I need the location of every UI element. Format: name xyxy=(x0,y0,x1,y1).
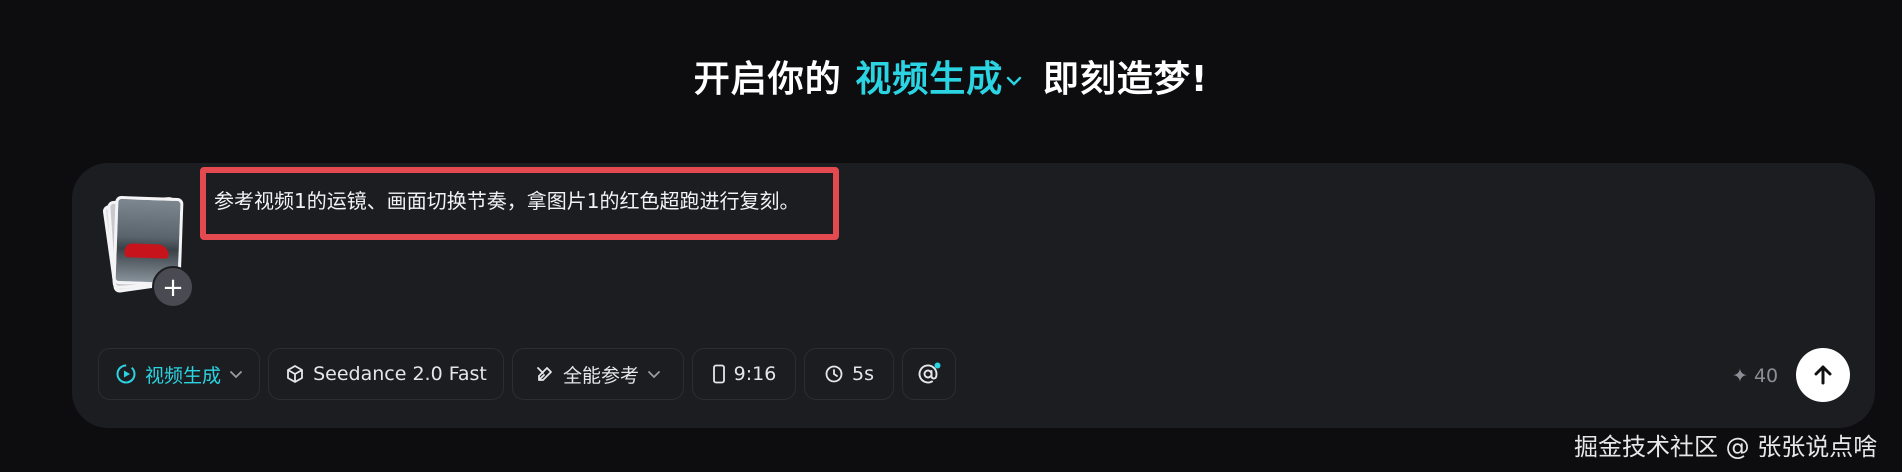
cube-icon xyxy=(287,365,303,383)
prompt-highlight[interactable]: 参考视频1的运镜、画面切换节奏，拿图片1的红色超跑进行复刻。 xyxy=(200,167,839,240)
headline-mode-dropdown[interactable]: 视频生成 xyxy=(855,59,1043,100)
mention-button[interactable] xyxy=(902,348,956,400)
reference-select-label: 全能参考 xyxy=(562,364,639,387)
sparkle-icon: ✦ xyxy=(1732,365,1748,387)
credits-value: 40 xyxy=(1753,365,1779,387)
at-icon xyxy=(918,362,941,384)
mode-select-label: 视频生成 xyxy=(144,364,221,387)
aspect-ratio-label: 9:16 xyxy=(733,363,777,385)
phone-ratio-icon xyxy=(712,364,725,384)
chevron-down-icon xyxy=(648,371,660,379)
send-button[interactable] xyxy=(1796,348,1850,402)
page-headline: 开启你的 视频生成 即刻造梦! xyxy=(0,50,1902,102)
clock-icon xyxy=(825,365,843,383)
mode-select-button[interactable]: 视频生成 xyxy=(98,348,260,400)
reference-icon xyxy=(537,367,552,381)
duration-button[interactable]: 5s xyxy=(804,348,894,400)
headline-suffix: 即刻造梦! xyxy=(1042,59,1209,100)
headline-mode-label: 视频生成 xyxy=(855,59,1004,100)
composer-panel: + 参考视频1的运镜、画面切换节奏，拿图片1的红色超跑进行复刻。 视频生成 Se… xyxy=(72,163,1875,428)
prompt-text[interactable]: 参考视频1的运镜、画面切换节奏，拿图片1的红色超跑进行复刻。 xyxy=(214,185,799,214)
add-attachment-button[interactable]: + xyxy=(152,266,194,308)
model-select-button[interactable]: Seedance 2.0 Fast xyxy=(268,348,504,400)
watermark-text: 掘金技术社区 @ 张张说点啥 xyxy=(1574,433,1878,461)
chevron-down-icon xyxy=(230,371,242,379)
reference-select-button[interactable]: 全能参考 xyxy=(512,348,684,400)
headline-prefix: 开启你的 xyxy=(693,59,842,100)
credits-indicator: ✦ 40 xyxy=(1732,365,1778,387)
model-select-label: Seedance 2.0 Fast xyxy=(313,363,487,385)
aspect-ratio-button[interactable]: 9:16 xyxy=(692,348,796,400)
arrow-up-icon xyxy=(1814,365,1832,385)
chevron-down-icon xyxy=(1007,76,1022,86)
plus-icon: + xyxy=(162,273,184,303)
red-car-image xyxy=(124,243,169,259)
video-mode-icon xyxy=(116,364,136,384)
duration-label: 5s xyxy=(852,363,874,385)
